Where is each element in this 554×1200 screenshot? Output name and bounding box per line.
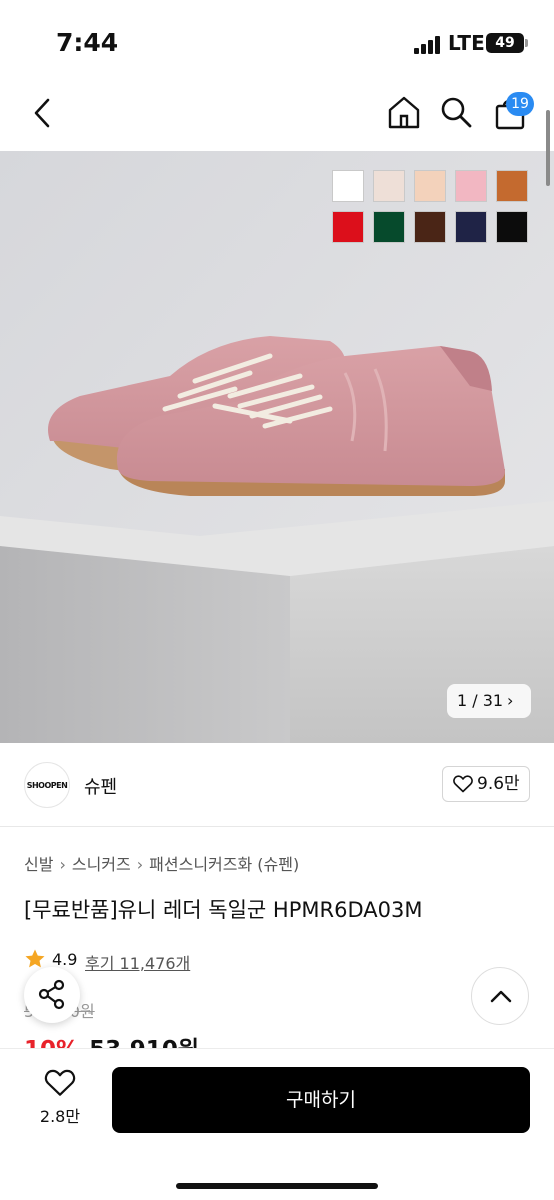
- breadcrumb: 신발 › 스니커즈 › 패션스니커즈화 (슈펜): [24, 851, 299, 875]
- chevron-right-icon: ›: [507, 691, 514, 710]
- status-bar: 7:44 LTE 49: [0, 0, 554, 80]
- color-swatch[interactable]: [373, 211, 405, 243]
- home-indicator[interactable]: [176, 1183, 378, 1189]
- clock: 7:44: [56, 28, 119, 57]
- share-button[interactable]: [24, 967, 80, 1023]
- discount-rate: 10%: [24, 1037, 79, 1048]
- cart-count-badge: 19: [506, 92, 534, 116]
- scroll-to-top-button[interactable]: [471, 967, 529, 1025]
- brand-row: SHOOPEN 슈펜 9.6만: [0, 743, 554, 827]
- color-swatch[interactable]: [496, 170, 528, 202]
- heart-icon: [453, 775, 473, 793]
- battery-tip: [525, 39, 528, 47]
- sale-price: 53,910원: [89, 1037, 199, 1048]
- page-scrollbar[interactable]: [546, 110, 550, 186]
- color-swatch[interactable]: [414, 211, 446, 243]
- color-swatch[interactable]: [332, 170, 364, 202]
- back-arrow-icon[interactable]: [28, 96, 58, 130]
- color-swatch[interactable]: [414, 170, 446, 202]
- image-counter-text: 1 / 31: [457, 691, 504, 710]
- color-swatch[interactable]: [373, 170, 405, 202]
- breadcrumb-item[interactable]: 패션스니커즈화 (슈펜): [149, 855, 299, 874]
- network-type: LTE: [448, 31, 485, 55]
- breadcrumb-separator: ›: [59, 855, 66, 874]
- brand-name[interactable]: 슈펜: [84, 773, 117, 799]
- breadcrumb-item[interactable]: 신발: [24, 855, 53, 874]
- color-swatch[interactable]: [455, 211, 487, 243]
- signal-icon: [414, 36, 444, 54]
- wishlist-count: 2.8만: [39, 1107, 81, 1126]
- price-row: 10% 53,910원: [24, 1030, 199, 1048]
- share-icon: [38, 979, 65, 1010]
- chevron-up-icon: [490, 990, 512, 1003]
- color-swatch[interactable]: [496, 211, 528, 243]
- review-count-link[interactable]: 후기 11,476개: [85, 950, 190, 974]
- breadcrumb-item[interactable]: 스니커즈: [72, 855, 131, 874]
- product-title: [무료반품]유니 레더 독일군 HPMR6DA03M: [24, 898, 423, 922]
- color-swatch[interactable]: [332, 211, 364, 243]
- buy-button[interactable]: 구매하기: [112, 1067, 530, 1133]
- brand-logo[interactable]: SHOOPEN: [24, 762, 70, 808]
- heart-icon: [44, 1069, 76, 1096]
- bottom-action-bar: 2.8만 구매하기: [0, 1048, 554, 1200]
- top-nav: 19: [0, 80, 554, 150]
- search-icon[interactable]: [438, 94, 474, 130]
- battery-level: 49: [495, 35, 515, 51]
- brand-like-count: 9.6만: [477, 774, 520, 794]
- breadcrumb-separator: ›: [136, 855, 144, 874]
- product-image-carousel[interactable]: 1 / 31 ›: [0, 151, 554, 743]
- image-counter-button[interactable]: 1 / 31 ›: [447, 684, 531, 718]
- color-swatch[interactable]: [455, 170, 487, 202]
- wishlist-button[interactable]: 2.8만: [28, 1069, 92, 1133]
- home-icon[interactable]: [386, 94, 422, 130]
- battery-icon: 49: [486, 33, 524, 53]
- brand-like-button[interactable]: 9.6만: [442, 766, 530, 802]
